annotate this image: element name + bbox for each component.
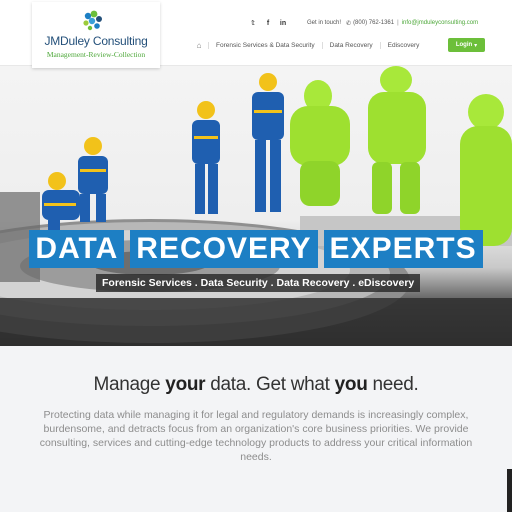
login-button[interactable]: Login ▾ — [448, 38, 485, 52]
phone-icon: ✆ — [346, 20, 352, 27]
nav-item-ediscovery[interactable]: Ediscovery — [379, 41, 427, 49]
worker-figure-3 — [192, 101, 220, 214]
nav-item-data-recovery[interactable]: Data Recovery — [321, 41, 380, 49]
email-link[interactable]: info@jmduleyconsulting.com — [402, 20, 478, 26]
section-headline: Manage your data. Get what you need. — [0, 374, 512, 396]
get-in-touch-label: Get in touch! — [307, 20, 342, 26]
logo-name: JMDuley Consulting — [44, 34, 148, 48]
worker-figure-4 — [252, 73, 284, 212]
hero-subtitle: Forensic Services . Data Security . Data… — [96, 274, 421, 292]
facebook-icon[interactable]: f — [263, 20, 273, 27]
headline-part: Manage — [93, 374, 166, 395]
nav-item-forensic[interactable]: Forensic Services & Data Security — [208, 41, 322, 49]
hero-banner: DATA RECOVERY EXPERTS Forensic Services … — [0, 66, 512, 346]
site-header: JMDuley Consulting Management-Review-Col… — [0, 0, 512, 68]
intro-paragraph: Protecting data while managing it for le… — [39, 409, 473, 463]
linkedin-icon[interactable]: in — [278, 20, 288, 27]
headline-part: need. — [367, 374, 419, 395]
headline-part: data. Get what — [205, 374, 335, 395]
contact-bar: 𝕥 f in Get in touch! ✆ (800) 762-1361 | … — [248, 18, 478, 28]
contact-separator: | — [397, 20, 399, 26]
headline-emphasis: you — [334, 374, 368, 395]
hazmat-figure-2 — [368, 66, 426, 214]
logo-mark-icon — [83, 10, 102, 31]
phone-number[interactable]: (800) 762-1361 — [353, 20, 394, 26]
main-nav: ⌂ Forensic Services & Data Security Data… — [190, 38, 426, 52]
hero-title: DATA RECOVERY EXPERTS — [0, 230, 512, 268]
hero-title-word: EXPERTS — [323, 230, 483, 268]
hero-title-word: RECOVERY — [130, 230, 318, 268]
hero-title-word: DATA — [29, 230, 125, 268]
scrollbar[interactable] — [507, 469, 512, 512]
intro-section: Manage your data. Get what you need. Pro… — [0, 346, 512, 512]
logo-tagline: Management-Review-Collection — [46, 50, 146, 59]
hazmat-figure-3 — [460, 94, 512, 246]
headline-emphasis: your — [165, 374, 206, 395]
home-icon[interactable]: ⌂ — [190, 41, 208, 50]
hazmat-figure-1 — [290, 80, 350, 206]
login-label: Login — [455, 42, 473, 48]
hero-image — [0, 66, 512, 346]
worker-figure-1 — [78, 137, 108, 222]
twitter-icon[interactable]: 𝕥 — [248, 19, 258, 27]
logo[interactable]: JMDuley Consulting Management-Review-Col… — [32, 2, 160, 68]
chevron-down-icon: ▾ — [474, 42, 478, 49]
